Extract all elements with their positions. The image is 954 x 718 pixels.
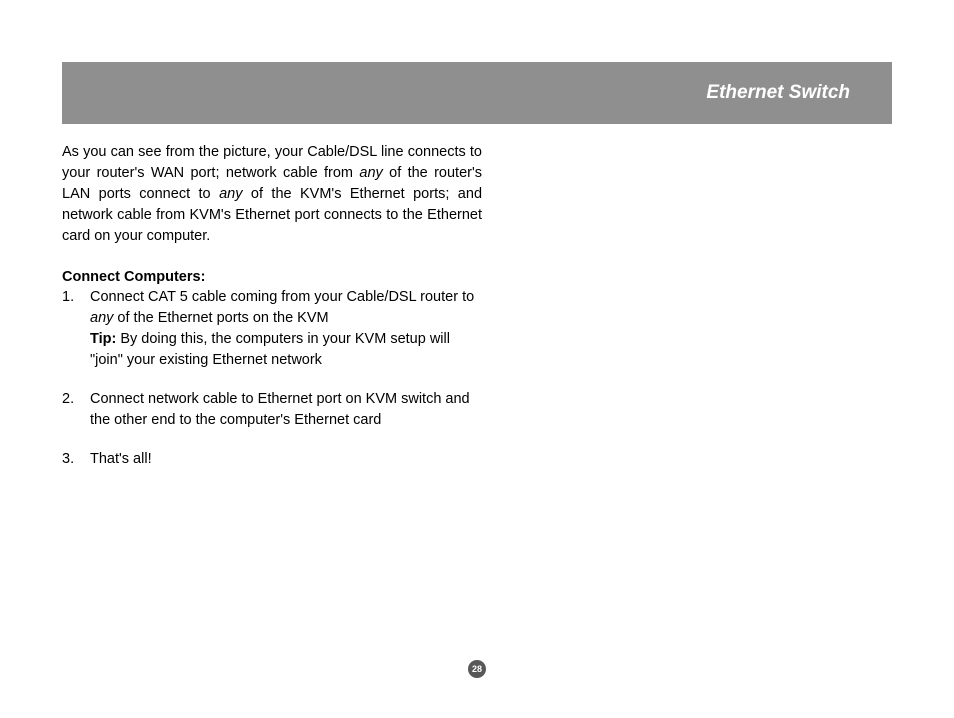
step-number: 1.: [62, 287, 90, 371]
step-number: 3.: [62, 449, 90, 470]
tip-label: Tip:: [90, 331, 116, 347]
step-body: That's all!: [90, 449, 482, 470]
list-item: 1. Connect CAT 5 cable coming from your …: [62, 287, 482, 371]
content-column: As you can see from the picture, your Ca…: [62, 142, 482, 470]
intro-em1: any: [359, 165, 382, 181]
page-number-text: 28: [472, 664, 482, 674]
step1-text-a: Connect CAT 5 cable coming from your Cab…: [90, 289, 474, 305]
list-item: 2. Connect network cable to Ethernet por…: [62, 389, 482, 431]
page-number-badge: 28: [468, 660, 486, 678]
intro-em2: any: [219, 186, 242, 202]
intro-paragraph: As you can see from the picture, your Ca…: [62, 142, 482, 247]
header-bar: Ethernet Switch: [62, 62, 892, 124]
tip-text: By doing this, the computers in your KVM…: [90, 331, 450, 368]
step1-text-b: of the Ethernet ports on the KVM: [113, 310, 328, 326]
step-body: Connect CAT 5 cable coming from your Cab…: [90, 287, 482, 371]
list-item: 3. That's all!: [62, 449, 482, 470]
page-title: Ethernet Switch: [706, 82, 850, 104]
step1-em: any: [90, 310, 113, 326]
steps-list: 1. Connect CAT 5 cable coming from your …: [62, 287, 482, 470]
step-number: 2.: [62, 389, 90, 431]
section-heading: Connect Computers:: [62, 269, 482, 285]
step-body: Connect network cable to Ethernet port o…: [90, 389, 482, 431]
